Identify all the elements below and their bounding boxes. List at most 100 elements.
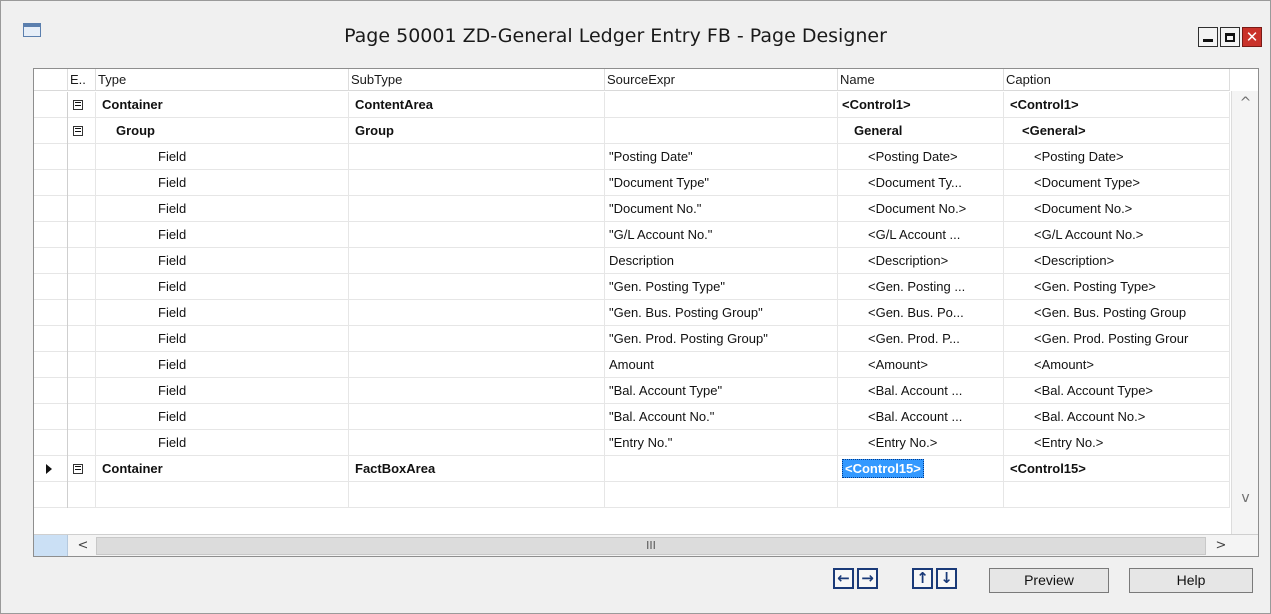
row-selector[interactable] [34,404,68,430]
name-cell[interactable]: <Gen. Posting ... [838,274,1004,300]
type-cell[interactable]: Field [96,326,349,352]
type-cell[interactable]: Field [96,404,349,430]
row-selector[interactable] [34,326,68,352]
name-cell[interactable]: <Control15> [838,456,1004,482]
table-row[interactable]: Field Description <Description> <Descriptio… [34,248,1230,274]
name-cell[interactable]: <Bal. Account ... [838,378,1004,404]
row-selector[interactable] [34,352,68,378]
name-cell[interactable]: General [838,118,1004,144]
row-selector[interactable] [34,92,68,118]
designer-grid[interactable]: E.. Type SubType SourceExpr Name Caption… [33,68,1259,557]
table-row[interactable]: Field "Bal. Account No." <Bal. Account ...… [34,404,1230,430]
expand-cell[interactable] [68,378,96,404]
header-selector[interactable] [34,69,68,91]
source-expr-cell[interactable]: "Document No." [605,196,838,222]
source-expr-cell[interactable]: "Gen. Bus. Posting Group" [605,300,838,326]
expand-cell[interactable] [68,274,96,300]
type-cell[interactable]: Field [96,248,349,274]
table-row[interactable]: Field "Entry No." <Entry No.> <Entry No.> [34,430,1230,456]
table-row[interactable]: Field "Bal. Account Type" <Bal. Account ..… [34,378,1230,404]
close-button[interactable]: ✕ [1242,27,1262,47]
subtype-cell[interactable] [349,482,605,508]
subtype-cell[interactable] [349,144,605,170]
minimize-button[interactable] [1198,27,1218,47]
type-cell[interactable]: Field [96,378,349,404]
caption-cell[interactable]: <Document No.> [1004,196,1230,222]
type-cell[interactable]: Field [96,300,349,326]
row-selector[interactable] [34,430,68,456]
name-cell[interactable]: <Entry No.> [838,430,1004,456]
title-bar[interactable]: Page 50001 ZD-General Ledger Entry FB - … [1,1,1270,63]
caption-cell[interactable]: <Description> [1004,248,1230,274]
table-row[interactable]: Field "Document No." <Document No.> <Docume… [34,196,1230,222]
collapse-icon[interactable] [73,126,83,136]
horizontal-scrollbar[interactable]: < III > [34,534,1258,556]
expand-cell[interactable] [68,196,96,222]
row-selector[interactable] [34,248,68,274]
type-cell[interactable]: Field [96,170,349,196]
row-selector[interactable] [34,274,68,300]
scroll-right-icon[interactable]: > [1208,535,1234,556]
expand-cell[interactable] [68,170,96,196]
help-button[interactable]: Help [1129,568,1253,593]
source-expr-cell[interactable]: "Document Type" [605,170,838,196]
move-right-button[interactable]: → [857,568,878,589]
scroll-left-icon[interactable]: < [70,535,96,556]
table-row[interactable]: Field Amount <Amount> <Amount> [34,352,1230,378]
caption-cell[interactable]: <Gen. Prod. Posting Grour [1004,326,1230,352]
subtype-cell[interactable]: FactBoxArea [349,456,605,482]
header-type[interactable]: Type [96,69,349,91]
subtype-cell[interactable] [349,274,605,300]
name-cell[interactable]: <Gen. Bus. Po... [838,300,1004,326]
maximize-button[interactable] [1220,27,1240,47]
source-expr-cell[interactable] [605,456,838,482]
source-expr-cell[interactable]: "G/L Account No." [605,222,838,248]
name-cell[interactable]: <Document Ty... [838,170,1004,196]
type-cell[interactable]: Field [96,144,349,170]
name-cell[interactable]: <G/L Account ... [838,222,1004,248]
table-row[interactable]: Field "Gen. Posting Type" <Gen. Posting ..… [34,274,1230,300]
expand-cell[interactable] [68,144,96,170]
subtype-cell[interactable]: ContentArea [349,92,605,118]
caption-cell[interactable] [1004,482,1230,508]
expand-cell[interactable] [68,404,96,430]
subtype-cell[interactable] [349,300,605,326]
expand-cell[interactable] [68,430,96,456]
type-cell[interactable]: Container [96,92,349,118]
subtype-cell[interactable] [349,404,605,430]
subtype-cell[interactable] [349,430,605,456]
preview-button[interactable]: Preview [989,568,1109,593]
row-selector[interactable] [34,170,68,196]
type-cell[interactable]: Group [96,118,349,144]
table-row[interactable]: Field "G/L Account No." <G/L Account ... <G… [34,222,1230,248]
caption-cell[interactable]: <Amount> [1004,352,1230,378]
caption-cell[interactable]: <Control15> [1004,456,1230,482]
expand-cell[interactable] [68,352,96,378]
table-row[interactable]: Container ContentArea <Control1> <Control1> [34,92,1230,118]
name-cell[interactable]: <Document No.> [838,196,1004,222]
move-down-button[interactable]: ↓ [936,568,957,589]
header-e[interactable]: E.. [68,69,96,91]
row-selector[interactable] [34,222,68,248]
type-cell[interactable] [96,482,349,508]
caption-cell[interactable]: <Entry No.> [1004,430,1230,456]
expand-cell[interactable] [68,92,96,118]
source-expr-cell[interactable]: "Posting Date" [605,144,838,170]
caption-cell[interactable]: <Bal. Account Type> [1004,378,1230,404]
expand-cell[interactable] [68,482,96,508]
source-expr-cell[interactable] [605,92,838,118]
type-cell[interactable]: Field [96,274,349,300]
name-cell[interactable]: <Gen. Prod. P... [838,326,1004,352]
expand-cell[interactable] [68,118,96,144]
caption-cell[interactable]: <Gen. Posting Type> [1004,274,1230,300]
caption-cell[interactable]: <General> [1004,118,1230,144]
name-cell[interactable]: <Control1> [838,92,1004,118]
row-selector[interactable] [34,456,68,482]
subtype-cell[interactable]: Group [349,118,605,144]
scroll-down-icon[interactable]: v [1232,486,1258,510]
table-row[interactable]: Field "Document Type" <Document Ty... <Docu… [34,170,1230,196]
row-selector[interactable] [34,196,68,222]
row-selector[interactable] [34,118,68,144]
header-subtype[interactable]: SubType [349,69,605,91]
caption-cell[interactable]: <Bal. Account No.> [1004,404,1230,430]
